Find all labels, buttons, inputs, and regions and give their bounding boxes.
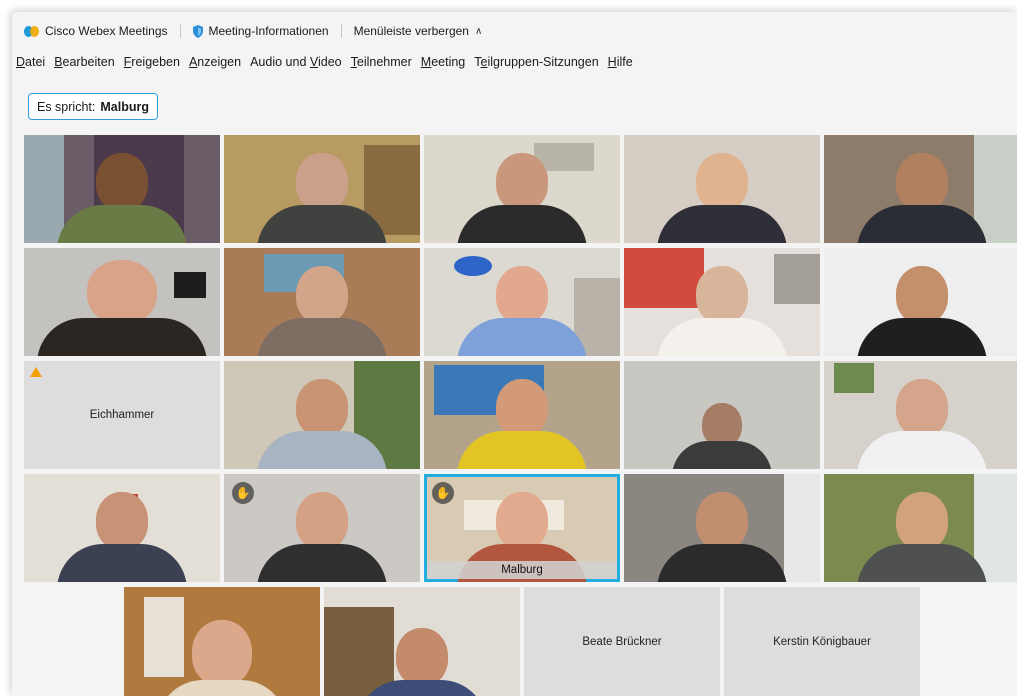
participant-name: Kerstin Königbauer: [773, 635, 871, 648]
hide-menu-label: Menüleiste verbergen: [353, 24, 469, 38]
raised-hand-icon: ✋: [232, 482, 254, 504]
menu-teilnehmer[interactable]: Teilnehmer: [351, 55, 412, 69]
shield-icon: [192, 24, 203, 38]
app-title: Cisco Webex Meetings: [12, 24, 168, 38]
video-tile[interactable]: [624, 361, 820, 469]
participant-video: [657, 153, 787, 243]
participant-name: Eichhammer: [89, 409, 155, 421]
speaker-label: Es spricht:: [37, 99, 96, 114]
participant-video: [37, 260, 207, 356]
video-tile[interactable]: [324, 587, 520, 696]
video-tile[interactable]: [224, 248, 420, 356]
participant-video: [672, 403, 772, 469]
participant-video: [57, 153, 187, 243]
video-tile[interactable]: [824, 361, 1017, 469]
participant-video: [457, 379, 587, 469]
title-bar: Cisco Webex Meetings Meeting-Information…: [12, 12, 1017, 50]
video-tile[interactable]: [224, 361, 420, 469]
speaker-name: Malburg: [100, 99, 149, 114]
video-tile-no-camera[interactable]: Kerstin Königbauer: [724, 587, 920, 696]
menu-anzeigen[interactable]: Anzeigen: [189, 55, 241, 69]
video-tile[interactable]: [24, 248, 220, 356]
participant-video: [857, 379, 987, 469]
meeting-info-label: Meeting-Informationen: [208, 24, 329, 38]
menu-freigeben[interactable]: Freigeben: [124, 55, 180, 69]
video-tile[interactable]: [424, 361, 620, 469]
participant-video: [257, 266, 387, 356]
video-tile-no-camera[interactable]: Beate Brückner: [524, 587, 720, 696]
title-separator: [340, 24, 342, 38]
menu-meeting[interactable]: Meeting: [421, 55, 465, 69]
video-tile[interactable]: ✋: [224, 474, 420, 582]
background-window: [784, 474, 820, 582]
menu-datei[interactable]: Datei: [16, 55, 45, 69]
video-tile[interactable]: [224, 135, 420, 243]
webex-window: Cisco Webex Meetings Meeting-Information…: [12, 12, 1017, 696]
meeting-info-button[interactable]: Meeting-Informationen: [192, 24, 329, 38]
participant-video: [257, 153, 387, 243]
video-tile-no-camera[interactable]: Eichhammer: [24, 361, 220, 469]
active-speaker-indicator: Es spricht: Malburg: [28, 93, 158, 120]
video-tile-active-speaker[interactable]: ✋ Malburg: [424, 474, 620, 582]
webex-logo-icon: [24, 25, 40, 37]
participant-name: Malburg: [501, 564, 543, 576]
participant-video: [357, 628, 487, 696]
participant-video: [857, 266, 987, 356]
participant-video: [257, 379, 387, 469]
menu-teilgruppen[interactable]: Teilgruppen-Sitzungen: [474, 55, 598, 69]
participant-name-bar: Malburg: [427, 561, 617, 579]
app-name: Cisco Webex Meetings: [45, 24, 168, 38]
video-tile[interactable]: [624, 248, 820, 356]
participant-video: [857, 492, 987, 582]
video-tile[interactable]: [824, 248, 1017, 356]
video-tile[interactable]: [624, 474, 820, 582]
raised-hand-icon: ✋: [432, 482, 454, 504]
participant-video: [157, 620, 287, 696]
participant-name: Beate Brückner: [582, 635, 662, 648]
warning-icon: [30, 367, 42, 377]
participant-video: [857, 153, 987, 243]
menu-hilfe[interactable]: Hilfe: [608, 55, 633, 69]
video-tile[interactable]: [624, 135, 820, 243]
participant-video: [657, 266, 787, 356]
title-separator: [179, 24, 181, 38]
menu-bearbeiten[interactable]: Bearbeiten: [54, 55, 114, 69]
video-tile[interactable]: [824, 135, 1017, 243]
participant-video: [457, 266, 587, 356]
video-tile[interactable]: [124, 587, 320, 696]
participant-video: [457, 153, 587, 243]
participant-video: [257, 492, 387, 582]
video-tile[interactable]: [24, 135, 220, 243]
chevron-up-icon: ∧: [474, 25, 483, 37]
video-tile[interactable]: [824, 474, 1017, 582]
participant-video: [657, 492, 787, 582]
menu-audio-video[interactable]: Audio und Video: [250, 55, 342, 69]
menu-bar: Datei Bearbeiten Freigeben Anzeigen Audi…: [12, 52, 642, 72]
video-tile[interactable]: [424, 248, 620, 356]
participant-video: [57, 492, 187, 582]
video-tile[interactable]: [424, 135, 620, 243]
video-tile[interactable]: [24, 474, 220, 582]
hide-menu-button[interactable]: Menüleiste verbergen ∧: [354, 24, 483, 38]
